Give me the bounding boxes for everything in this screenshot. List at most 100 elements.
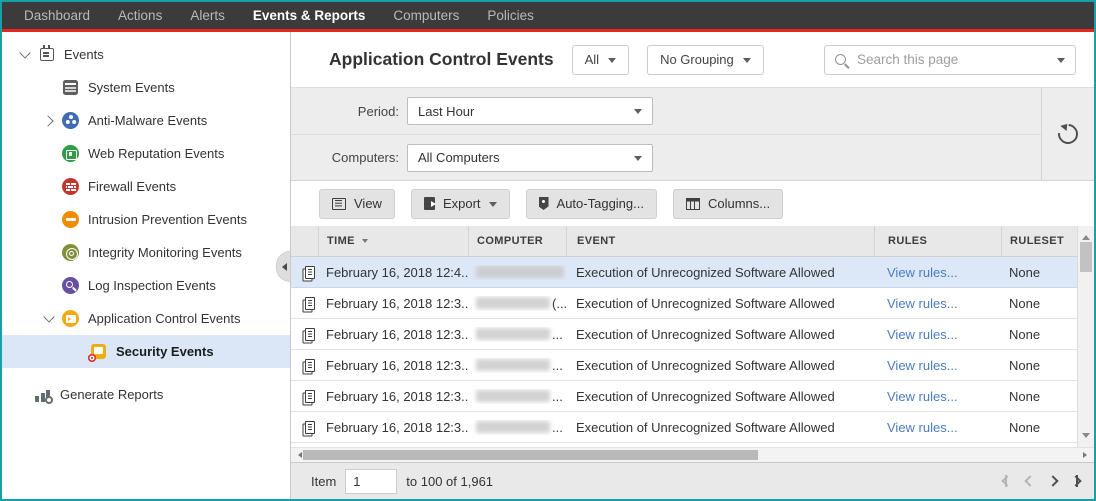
view-rules-link[interactable]: View rules... — [887, 265, 958, 280]
sidebar-item[interactable]: Integrity Monitoring Events — [2, 236, 290, 269]
time-cell: February 16, 2018 12:3... — [318, 420, 468, 435]
page-header: Application Control Events All No Groupi… — [291, 32, 1094, 87]
ruleset-column-header[interactable]: RULESET — [1001, 226, 1077, 256]
search-input[interactable] — [855, 51, 1048, 68]
ruleset-cell: None — [1001, 296, 1077, 311]
sort-desc-icon — [362, 239, 368, 246]
item-label: Item — [311, 474, 336, 489]
event-column-header[interactable]: EVENT — [566, 226, 874, 256]
redacted-computer-name — [476, 297, 550, 309]
view-button[interactable]: View — [319, 189, 395, 219]
application-control-icon — [62, 310, 79, 327]
scope-filter-dropdown[interactable]: All — [572, 45, 629, 75]
redacted-computer-name — [476, 390, 550, 402]
view-rules-link[interactable]: View rules... — [887, 389, 958, 404]
computer-cell: ... — [468, 265, 566, 280]
vertical-scrollbar[interactable] — [1077, 226, 1094, 447]
event-cell: Execution of Unrecognized Software Allow… — [566, 358, 874, 373]
chevron-down-icon — [608, 58, 616, 67]
sidebar-item[interactable]: Application Control Events — [2, 302, 290, 335]
pagination-bar: Item to 100 of 1,961 — [291, 462, 1094, 499]
auto-tagging-button[interactable]: Auto-Tagging... — [526, 189, 657, 219]
security-events-icon — [91, 344, 106, 359]
rules-column-header[interactable]: RULES — [874, 226, 1001, 256]
view-rules-link[interactable]: View rules... — [887, 327, 958, 342]
item-number-input[interactable] — [345, 469, 397, 494]
export-button[interactable]: Export — [411, 189, 510, 219]
redacted-computer-name — [476, 266, 564, 278]
computer-cell: (... — [468, 296, 566, 311]
columns-button[interactable]: Columns... — [673, 189, 783, 219]
nav-tab[interactable]: Actions — [104, 8, 176, 23]
scroll-right-icon[interactable] — [1083, 452, 1090, 458]
sidebar-item[interactable]: System Events — [2, 71, 290, 104]
first-page-button[interactable] — [1005, 475, 1011, 487]
view-rules-link[interactable]: View rules... — [887, 358, 958, 373]
expander-icon[interactable] — [36, 117, 62, 125]
computers-select[interactable]: All Computers — [407, 144, 653, 172]
event-cell: Execution of Unrecognized Software Allow… — [566, 420, 874, 435]
nav-tab[interactable]: Policies — [473, 8, 548, 23]
sidebar-item[interactable]: Events — [2, 38, 290, 71]
next-page-button[interactable] — [1049, 477, 1057, 485]
grouping-dropdown[interactable]: No Grouping — [647, 45, 764, 75]
time-column-header[interactable]: TIME — [318, 226, 468, 256]
icon-column-header — [291, 226, 318, 256]
expander-icon[interactable] — [36, 316, 62, 321]
firewall-icon — [62, 178, 79, 195]
top-nav: Dashboard Actions Alerts Events & Report… — [2, 2, 1094, 32]
event-record-icon — [305, 390, 315, 403]
sidebar-item[interactable]: Generate Reports — [2, 378, 290, 411]
scroll-up-icon[interactable] — [1082, 231, 1090, 240]
expander-icon[interactable] — [12, 52, 38, 57]
vertical-scrollbar-thumb[interactable] — [1080, 242, 1092, 272]
table-row[interactable]: February 16, 2018 12:3... ... Execution … — [291, 412, 1077, 443]
sidebar-item[interactable]: Intrusion Prevention Events — [2, 203, 290, 236]
auto-tagging-button-label: Auto-Tagging... — [557, 196, 644, 211]
time-cell: February 16, 2018 12:3... — [318, 296, 468, 311]
table-row[interactable]: February 16, 2018 12:3... ... Execution … — [291, 350, 1077, 381]
table-row[interactable]: February 16, 2018 12:3... ... Execution … — [291, 319, 1077, 350]
nav-tab[interactable]: Dashboard — [10, 8, 104, 23]
sidebar-item-label: Anti-Malware Events — [88, 113, 207, 128]
scroll-down-icon[interactable] — [1082, 433, 1090, 442]
sidebar-item[interactable]: Log Inspection Events — [2, 269, 290, 302]
nav-tab[interactable]: Computers — [379, 8, 473, 23]
table-row[interactable]: February 16, 2018 12:4... ... Execution … — [291, 257, 1077, 288]
last-page-button[interactable] — [1072, 475, 1078, 487]
web-reputation-icon — [62, 145, 79, 162]
nav-tab[interactable]: Alerts — [176, 8, 239, 23]
ruleset-cell: None — [1001, 358, 1077, 373]
refresh-icon[interactable] — [1054, 120, 1082, 148]
search-options-caret-icon[interactable] — [1057, 58, 1065, 67]
computer-suffix: ... — [552, 327, 563, 342]
sidebar-item[interactable]: Web Reputation Events — [2, 137, 290, 170]
previous-page-button[interactable] — [1026, 477, 1034, 485]
event-cell: Execution of Unrecognized Software Allow… — [566, 389, 874, 404]
event-record-icon — [305, 421, 315, 434]
range-text: to 100 of 1,961 — [406, 474, 493, 489]
search-box[interactable] — [824, 45, 1076, 75]
sidebar-item[interactable]: Security Events — [2, 335, 290, 368]
time-cell: February 16, 2018 12:4... — [318, 265, 468, 280]
events-icon — [40, 48, 54, 61]
scroll-left-icon[interactable] — [295, 452, 302, 458]
period-select[interactable]: Last Hour — [407, 97, 653, 125]
anti-malware-icon — [62, 112, 79, 129]
horizontal-scrollbar-thumb[interactable] — [303, 450, 758, 460]
redacted-computer-name — [476, 328, 550, 340]
sidebar-item-label: Log Inspection Events — [88, 278, 216, 293]
sidebar-item[interactable]: Anti-Malware Events — [2, 104, 290, 137]
ruleset-cell: None — [1001, 389, 1077, 404]
horizontal-scrollbar[interactable] — [291, 447, 1094, 462]
events-table: TIME COMPUTER EVENT RULES — [291, 226, 1094, 447]
nav-tab[interactable]: Events & Reports — [239, 8, 380, 23]
view-rules-link[interactable]: View rules... — [887, 296, 958, 311]
table-row[interactable]: February 16, 2018 12:3... ... Execution … — [291, 381, 1077, 412]
table-row[interactable]: February 16, 2018 12:3... (... Execution… — [291, 288, 1077, 319]
computer-column-header[interactable]: COMPUTER — [468, 226, 566, 256]
main-panel: Application Control Events All No Groupi… — [291, 32, 1094, 499]
view-rules-link[interactable]: View rules... — [887, 420, 958, 435]
export-button-label: Export — [443, 196, 481, 211]
sidebar-item[interactable]: Firewall Events — [2, 170, 290, 203]
